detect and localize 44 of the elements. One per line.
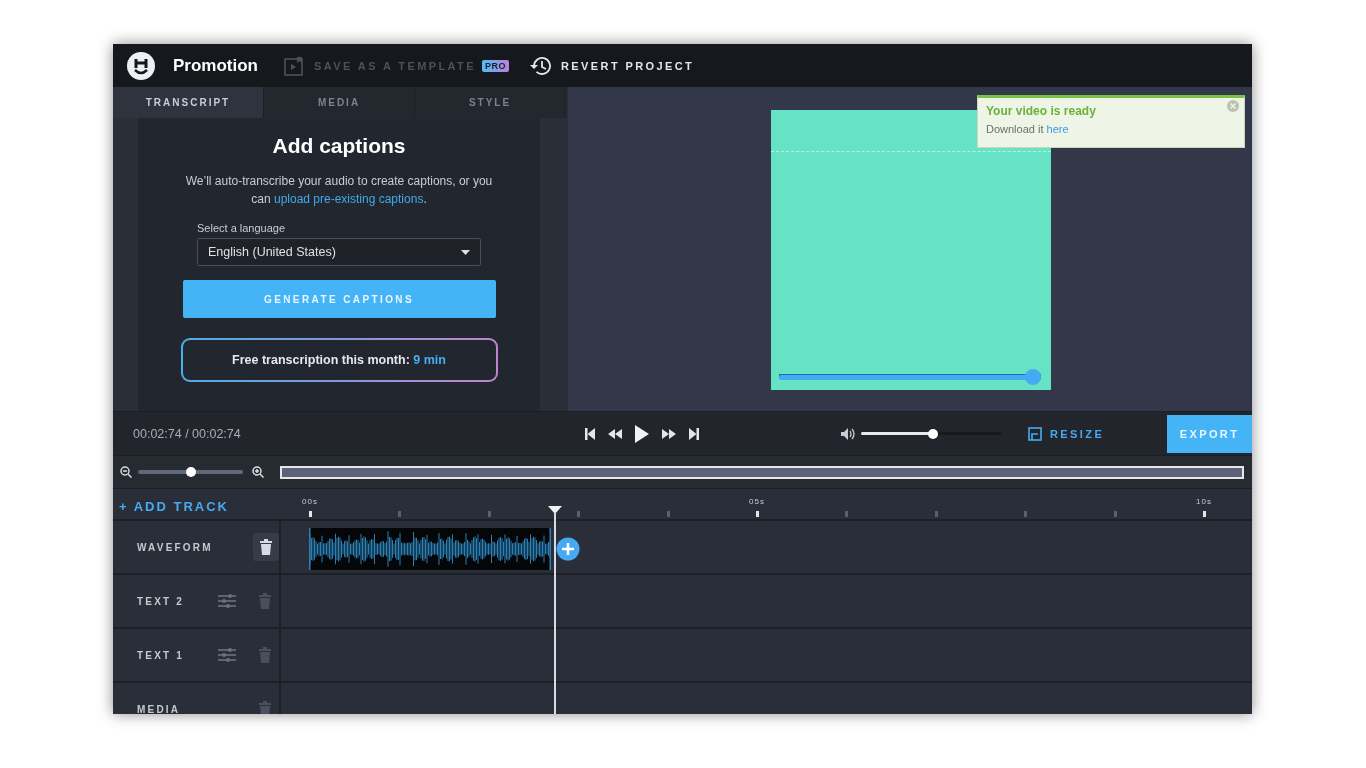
- track-name: WAVEFORM: [137, 541, 208, 553]
- time-label: 00s: [302, 497, 318, 506]
- add-icon[interactable]: [556, 537, 580, 561]
- track-name: MEDIA: [137, 703, 182, 714]
- zoom-slider[interactable]: [138, 470, 243, 474]
- play-icon[interactable]: [635, 424, 649, 443]
- trash-icon[interactable]: [259, 539, 273, 555]
- panel-heading: Add captions: [272, 134, 406, 158]
- skip-end-icon[interactable]: [689, 427, 699, 440]
- sliders-icon[interactable]: [218, 594, 236, 608]
- pro-badge: PRO: [481, 59, 509, 72]
- panel-tab[interactable]: TRANSCRIPT: [113, 87, 264, 118]
- add-track-button[interactable]: + ADD TRACK: [113, 493, 281, 519]
- panel-tab[interactable]: STYLE: [415, 87, 566, 118]
- notification-title: Your video is ready: [986, 104, 1097, 118]
- project-title: Promotion: [173, 55, 258, 76]
- track-name: TEXT 2: [137, 595, 186, 607]
- transcription-quota: Free transcription this month: 9 min: [180, 338, 498, 382]
- zoom-in-icon[interactable]: [252, 466, 264, 478]
- rewind-icon[interactable]: [608, 428, 622, 439]
- resize-button[interactable]: RESIZE: [1028, 426, 1105, 441]
- language-dropdown[interactable]: English (United States): [197, 238, 481, 266]
- notification-text: Download it here: [986, 123, 1070, 135]
- history-icon: [529, 55, 551, 76]
- playback-time: 00:02:74 / 00:02:74: [133, 426, 242, 441]
- volume-icon[interactable]: [841, 427, 855, 440]
- time-label: 10s: [1196, 497, 1212, 506]
- sliders-icon[interactable]: [218, 648, 236, 662]
- track-name: TEXT 1: [137, 649, 186, 661]
- revert-project-button[interactable]: REVERT PROJECT: [529, 55, 695, 76]
- time-label: 05s: [749, 497, 765, 506]
- language-label: Select a language: [197, 222, 286, 234]
- logo-icon[interactable]: [127, 51, 155, 80]
- skip-start-icon[interactable]: [585, 427, 595, 440]
- video-frame-icon: [284, 55, 304, 76]
- panel-tab[interactable]: MEDIA: [264, 87, 415, 118]
- timeline-scrollbar[interactable]: [280, 465, 1244, 479]
- playhead[interactable]: [548, 506, 562, 714]
- captions-description: We’ll auto-transcribe your audio to create captions, or you can upload pre-existing captions.: [184, 173, 494, 208]
- fast-forward-icon[interactable]: [662, 428, 676, 439]
- zoom-out-icon[interactable]: [120, 466, 132, 478]
- resize-icon: [1028, 426, 1042, 441]
- caret-icon: [461, 249, 470, 255]
- waveform-drawing[interactable]: [309, 528, 551, 570]
